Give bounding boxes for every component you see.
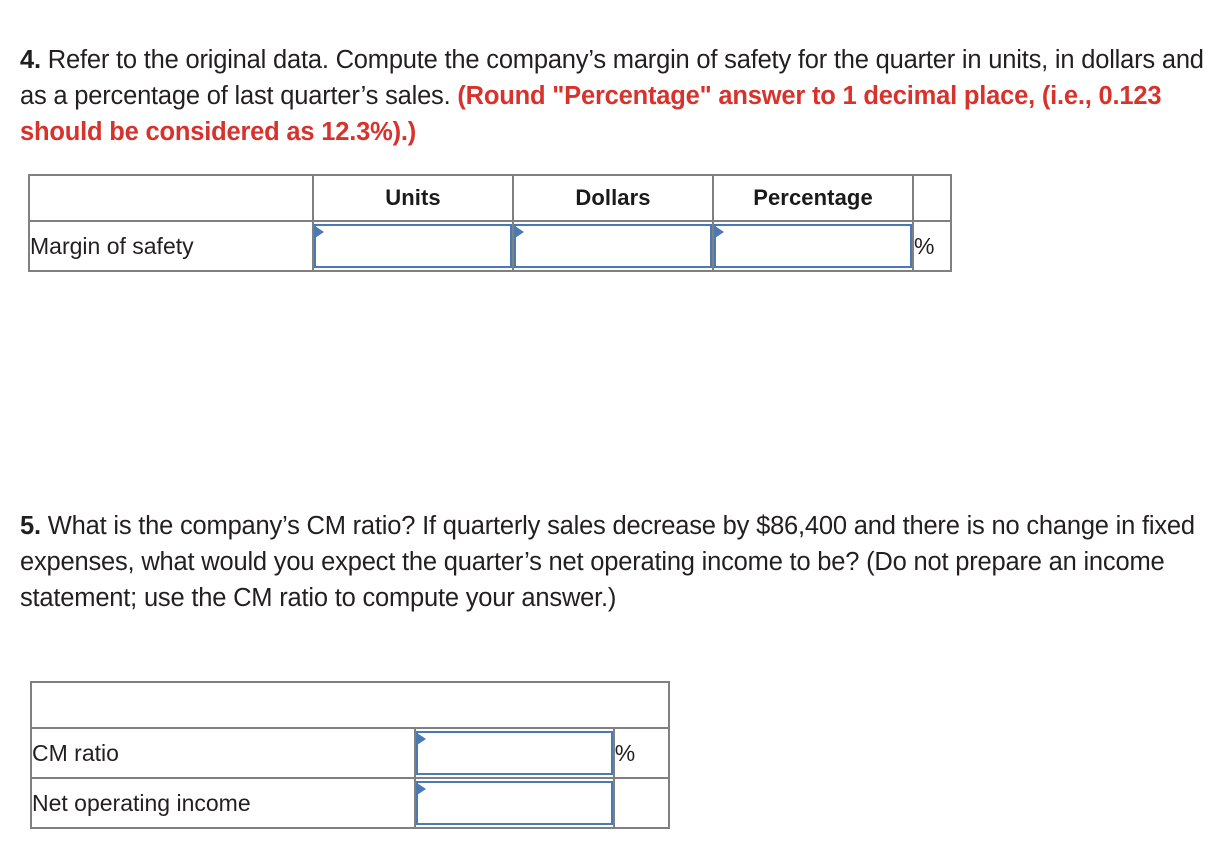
row-label-margin-of-safety: Margin of safety xyxy=(28,220,314,272)
table-row: Margin of safety % xyxy=(28,220,952,272)
cell-net-operating-income-value xyxy=(414,777,615,829)
column-header-blank xyxy=(30,681,670,729)
empty-symbol-cell xyxy=(612,777,671,829)
percent-sign-label: % xyxy=(612,727,671,779)
net-operating-income-input[interactable] xyxy=(416,781,613,825)
row-label-cm-ratio: CM ratio xyxy=(29,727,417,779)
answer-wrap-units xyxy=(314,224,512,268)
question-5-body: What is the company’s CM ratio? If quart… xyxy=(20,511,1195,612)
row-label-net-operating-income: Net operating income xyxy=(29,777,417,829)
table-header-row xyxy=(30,681,670,729)
answer-wrap-net-operating-income xyxy=(416,781,613,825)
table-row: Net operating income xyxy=(29,777,671,829)
column-header-blank xyxy=(28,174,314,222)
margin-of-safety-percentage-input[interactable] xyxy=(714,224,912,268)
answer-wrap-dollars xyxy=(514,224,712,268)
cell-margin-of-safety-dollars xyxy=(512,220,714,272)
margin-of-safety-units-input[interactable] xyxy=(314,224,512,268)
table-header-row: Units Dollars Percentage xyxy=(28,174,952,222)
cell-cm-ratio-value xyxy=(414,727,615,779)
column-header-dollars: Dollars xyxy=(512,174,714,222)
percent-sign-label: % xyxy=(912,220,952,272)
column-header-percentage: Percentage xyxy=(712,174,914,222)
margin-of-safety-dollars-input[interactable] xyxy=(514,224,712,268)
column-header-units: Units xyxy=(312,174,514,222)
question-4-number: 4. xyxy=(20,45,41,74)
cm-ratio-table: CM ratio % Net operating income xyxy=(29,681,671,829)
question-5-number: 5. xyxy=(20,511,41,540)
worksheet-page: 4. Refer to the original data. Compute t… xyxy=(0,0,1209,851)
cell-margin-of-safety-percentage xyxy=(712,220,914,272)
question-4-text: 4. Refer to the original data. Compute t… xyxy=(20,42,1205,150)
cell-margin-of-safety-units xyxy=(312,220,514,272)
column-header-symbol xyxy=(912,174,952,222)
answer-wrap-cm-ratio xyxy=(416,731,613,775)
margin-of-safety-table: Units Dollars Percentage Margin of safet… xyxy=(28,174,952,272)
cm-ratio-input[interactable] xyxy=(416,731,613,775)
question-5-text: 5. What is the company’s CM ratio? If qu… xyxy=(20,508,1205,616)
table-row: CM ratio % xyxy=(29,727,671,779)
answer-wrap-percentage xyxy=(714,224,912,268)
